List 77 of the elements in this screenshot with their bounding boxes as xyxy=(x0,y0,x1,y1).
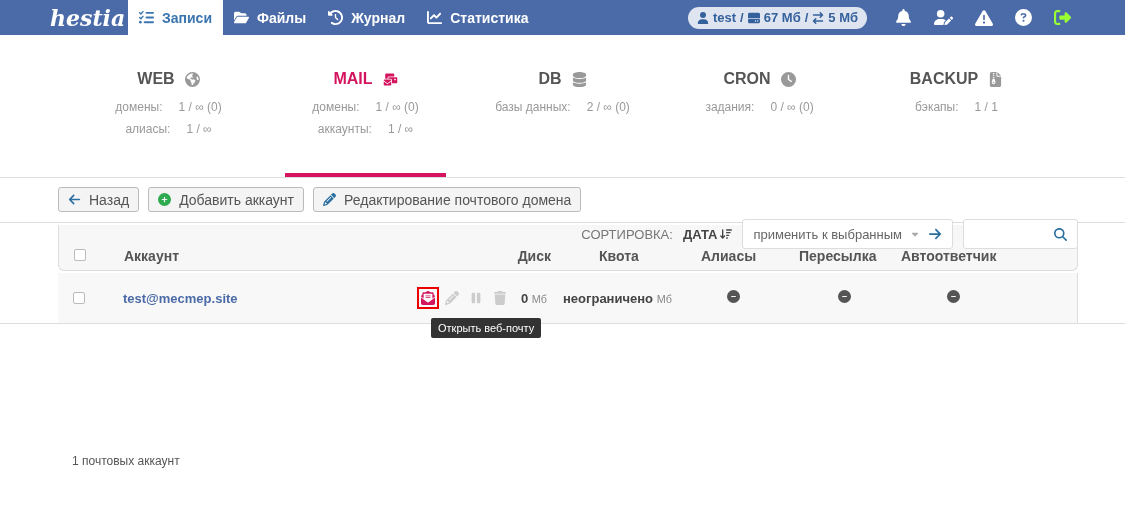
account-link[interactable]: test@mecmep.site xyxy=(123,291,238,306)
nav-tab[interactable]: Статистика xyxy=(416,0,540,35)
plus-icon xyxy=(158,193,172,206)
stat-value: 1 / ∞ xyxy=(387,122,414,136)
database-icon xyxy=(571,71,587,87)
nav-tab[interactable]: Журнал xyxy=(317,0,417,35)
table-cell: 0 Мб xyxy=(520,290,547,306)
history-icon xyxy=(328,10,344,25)
stat-title: WEB xyxy=(137,70,175,88)
column-header: Аккаунт xyxy=(124,248,179,264)
arrow-left-icon xyxy=(68,193,81,206)
transfer-icon xyxy=(812,11,825,24)
column-header: Диск xyxy=(517,248,551,264)
warning-icon[interactable] xyxy=(975,8,993,27)
tooltip: Открыть веб-почту xyxy=(431,318,542,338)
stat-label: задания: xyxy=(705,100,755,114)
bell-icon[interactable] xyxy=(895,9,912,26)
minus-icon xyxy=(838,290,851,303)
stat-value: 1 / ∞ xyxy=(186,122,212,136)
drive-icon xyxy=(747,11,760,24)
stat-label: домены: xyxy=(312,100,360,114)
stat-tab[interactable]: MAIL домены: 1 / ∞ (0) аккаунты: 1 / ∞ xyxy=(285,35,446,177)
table-cell-text: неограничено Мб xyxy=(563,290,673,306)
search-icon xyxy=(1054,227,1067,241)
pencil-icon xyxy=(323,193,336,206)
stat-label: аккаунты: xyxy=(317,122,372,136)
file-icon xyxy=(988,71,1004,87)
minus-icon xyxy=(727,290,740,303)
stat-value: 2 / ∞ (0) xyxy=(586,100,630,114)
stat-value: 1 / 1 xyxy=(974,100,998,114)
stat-tab[interactable]: CRON задания: 0 / ∞ (0) xyxy=(679,35,840,177)
folder-icon xyxy=(234,10,249,25)
search-field[interactable] xyxy=(963,219,1078,249)
footer-text: 1 почтовых аккаунт xyxy=(72,454,181,468)
column-header: Автоответчик xyxy=(901,248,997,264)
stat-value: 1 / ∞ (0) xyxy=(178,100,222,114)
toolbar-button[interactable]: Редактирование почтового домена xyxy=(313,187,582,212)
column-header: Квота xyxy=(599,248,639,264)
stat-label: домены: xyxy=(115,100,163,114)
nav-tab[interactable]: Записи xyxy=(128,0,223,35)
stat-tab[interactable]: BACKUP бэкапы: 1 / 1 xyxy=(876,35,1037,177)
stat-label: алиасы: xyxy=(125,122,171,136)
toolbar-button[interactable]: Назад xyxy=(58,187,140,212)
logout-icon[interactable] xyxy=(1054,9,1071,26)
clock-icon xyxy=(780,71,796,87)
stat-title: BACKUP xyxy=(909,70,979,88)
sort-button[interactable]: ДАТА xyxy=(682,226,733,242)
stat-value: 0 / ∞ (0) xyxy=(770,100,814,114)
help-icon[interactable] xyxy=(1015,9,1032,26)
nav-tab[interactable]: Файлы xyxy=(223,0,318,35)
stat-label: бэкапы: xyxy=(915,100,959,114)
stat-tab[interactable]: DB базы данных: 2 / ∞ (0) xyxy=(482,35,643,177)
stat-title: DB xyxy=(538,70,562,88)
arrow-right-icon xyxy=(928,227,942,241)
stat-title: MAIL xyxy=(333,70,373,88)
select-all-checkbox[interactable] xyxy=(74,249,86,261)
user-edit-icon[interactable] xyxy=(934,8,953,27)
stat-tab[interactable]: WEB домены: 1 / ∞ (0) алиасы: 1 / ∞ xyxy=(88,35,249,177)
user-icon xyxy=(697,11,709,24)
sort-label: СОРТИРОВКА: xyxy=(581,226,673,242)
row-checkbox[interactable] xyxy=(73,292,85,304)
chart-icon xyxy=(427,10,443,25)
minus-icon xyxy=(947,290,960,303)
mail-icon xyxy=(382,71,398,87)
stat-value: 1 / ∞ (0) xyxy=(375,100,419,114)
globe-icon xyxy=(184,71,200,87)
stat-label: базы данных: xyxy=(495,100,571,114)
bulk-action-select[interactable]: применить к выбранным xyxy=(742,219,953,249)
usage-badge[interactable]: test / 67 Мб / 5 Мб xyxy=(688,6,867,29)
stat-title: CRON xyxy=(723,70,771,88)
webmail-icon[interactable] xyxy=(417,287,439,309)
column-header: Пересылка xyxy=(799,248,877,264)
column-header: Алиасы xyxy=(701,248,757,264)
toolbar-button[interactable]: Добавить аккаунт xyxy=(148,187,304,212)
logo[interactable]: hestia xyxy=(50,0,128,35)
sort-icon xyxy=(720,228,733,240)
list-icon xyxy=(139,10,154,25)
